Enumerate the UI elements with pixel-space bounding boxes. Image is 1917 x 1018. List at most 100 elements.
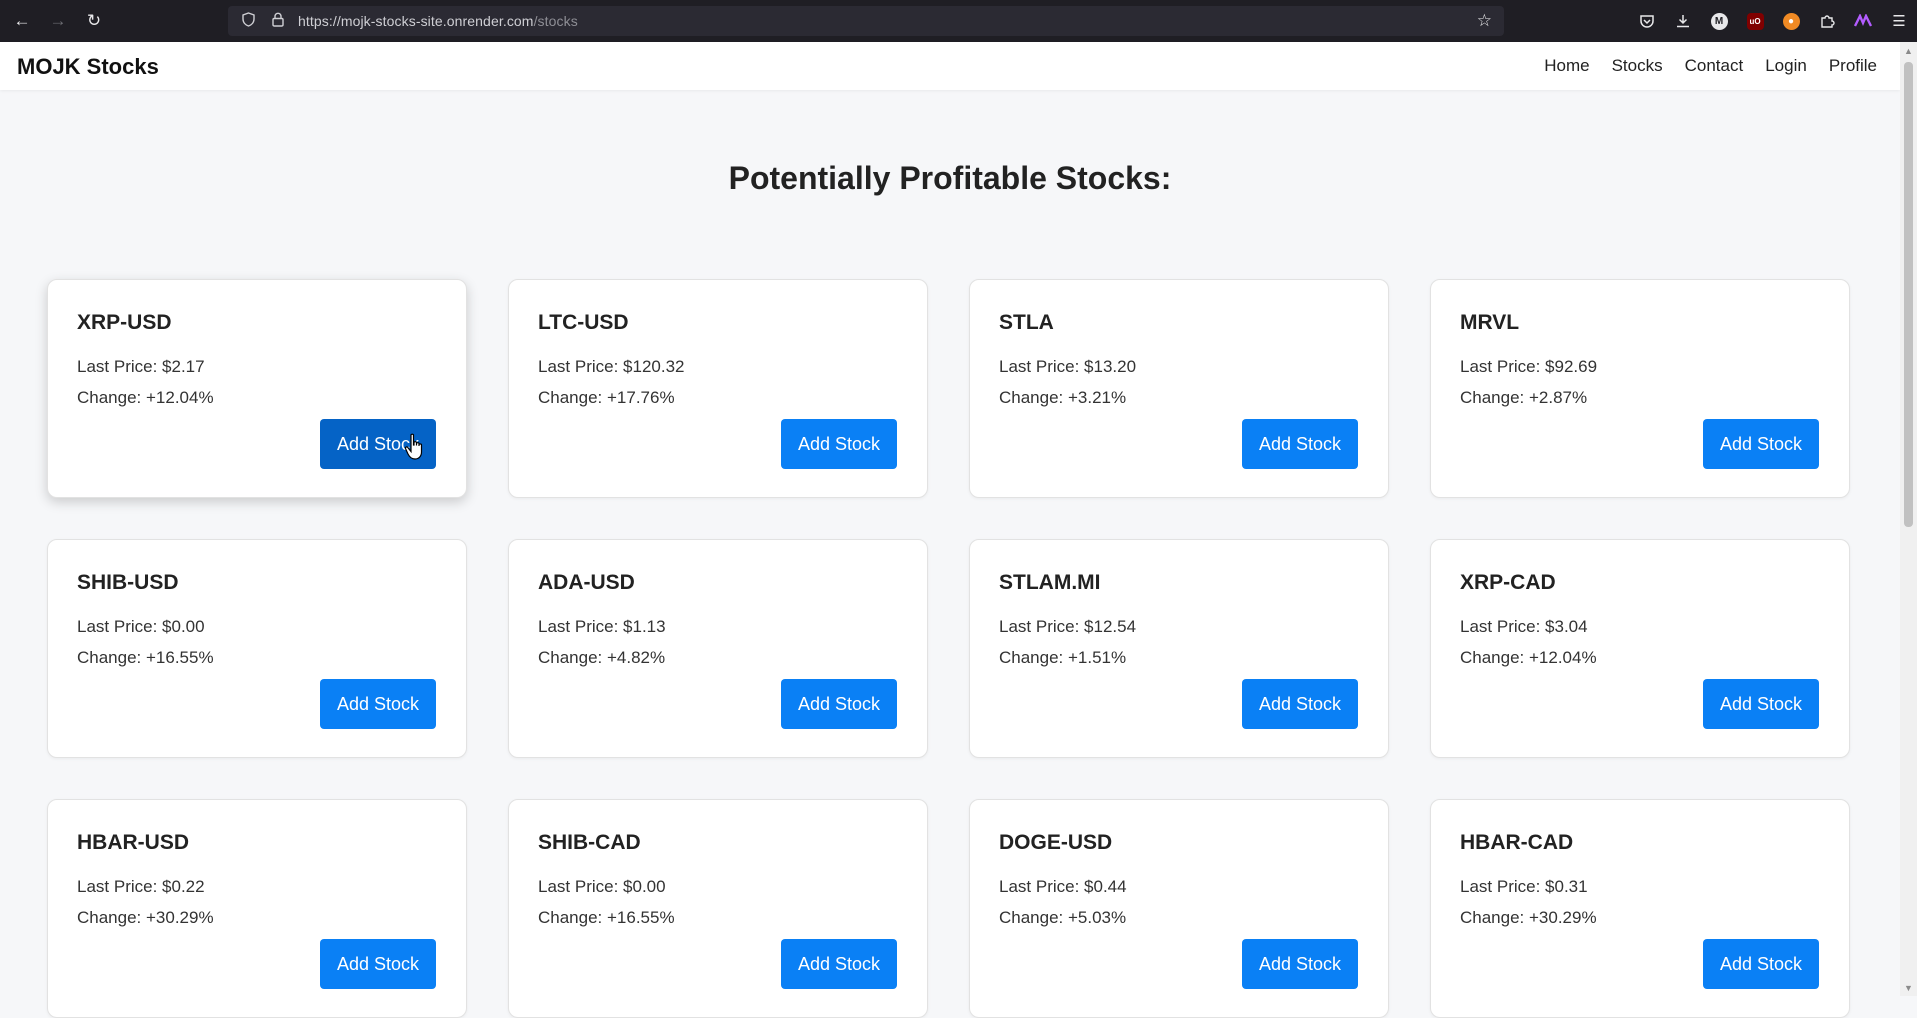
add-stock-button[interactable]: Add Stock [781, 679, 897, 729]
back-icon[interactable]: ← [8, 7, 36, 35]
price-label: Last Price: [999, 357, 1085, 376]
change-value: +5.03% [1068, 908, 1127, 927]
price-value: $0.00 [623, 877, 666, 896]
shield-icon[interactable] [238, 11, 258, 31]
pocket-icon[interactable] [1629, 0, 1665, 42]
price-value: $3.04 [1545, 617, 1588, 636]
nav-home[interactable]: Home [1544, 56, 1589, 76]
bookmark-star-icon[interactable]: ☆ [1477, 11, 1492, 31]
stock-symbol: STLA [999, 311, 1054, 334]
add-stock-button[interactable]: Add Stock [1703, 939, 1819, 989]
lock-icon[interactable] [268, 12, 288, 31]
page-scrollbar[interactable]: ▲ ▼ [1900, 42, 1917, 996]
change-value: +17.76% [607, 388, 675, 407]
extension-purple-icon[interactable] [1845, 0, 1881, 42]
nav-login[interactable]: Login [1765, 56, 1807, 76]
change-value: +4.82% [607, 648, 666, 667]
stock-symbol: XRP-USD [77, 311, 172, 334]
price-value: $2.17 [162, 357, 205, 376]
stock-price: Last Price: $0.31 [1460, 877, 1588, 897]
stock-card: MRVL Last Price: $92.69 Change: +2.87% A… [1430, 279, 1850, 498]
hand-cursor-icon [404, 433, 423, 460]
change-value: +12.04% [1529, 648, 1597, 667]
stock-price: Last Price: $1.13 [538, 617, 666, 637]
price-value: $0.44 [1084, 877, 1127, 896]
stock-change: Change: +16.55% [77, 648, 214, 668]
price-label: Last Price: [1460, 617, 1546, 636]
stock-change: Change: +2.87% [1460, 388, 1587, 408]
stock-price: Last Price: $0.22 [77, 877, 205, 897]
nav-links: Home Stocks Contact Login Profile [1522, 42, 1877, 90]
change-label: Change: [77, 648, 146, 667]
scroll-down-icon[interactable]: ▼ [1900, 979, 1917, 996]
change-label: Change: [538, 908, 607, 927]
price-value: $0.22 [162, 877, 205, 896]
change-value: +16.55% [607, 908, 675, 927]
change-label: Change: [999, 388, 1068, 407]
stock-change: Change: +30.29% [1460, 908, 1597, 928]
add-stock-button[interactable]: Add Stock [1242, 419, 1358, 469]
price-label: Last Price: [999, 617, 1085, 636]
page-title: Potentially Profitable Stocks: [728, 160, 1172, 196]
stock-change: Change: +4.82% [538, 648, 665, 668]
stock-card: HBAR-USD Last Price: $0.22 Change: +30.2… [47, 799, 467, 1018]
stock-symbol: MRVL [1460, 311, 1520, 334]
price-label: Last Price: [77, 877, 163, 896]
account-m-icon[interactable]: M [1701, 0, 1737, 42]
add-stock-button[interactable]: Add Stock [781, 939, 897, 989]
stock-change: Change: +12.04% [1460, 648, 1597, 668]
stock-price: Last Price: $3.04 [1460, 617, 1588, 637]
change-value: +12.04% [146, 388, 214, 407]
add-stock-button[interactable]: Add Stock [1703, 679, 1819, 729]
add-stock-button[interactable]: Add Stock [320, 939, 436, 989]
add-stock-button[interactable]: Add Stock [781, 419, 897, 469]
change-label: Change: [999, 908, 1068, 927]
stock-change: Change: +17.76% [538, 388, 675, 408]
ublock-icon[interactable]: uO [1737, 0, 1773, 42]
nav-contact[interactable]: Contact [1685, 56, 1744, 76]
add-stock-button[interactable]: Add Stock [320, 679, 436, 729]
change-value: +3.21% [1068, 388, 1127, 407]
download-icon[interactable] [1665, 0, 1701, 42]
price-value: $120.32 [623, 357, 685, 376]
nav-profile[interactable]: Profile [1829, 56, 1877, 76]
change-label: Change: [1460, 388, 1529, 407]
change-label: Change: [77, 908, 146, 927]
change-label: Change: [1460, 908, 1529, 927]
stock-price: Last Price: $92.69 [1460, 357, 1597, 377]
price-label: Last Price: [77, 357, 163, 376]
stock-card: STLA Last Price: $13.20 Change: +3.21% A… [969, 279, 1389, 498]
reload-icon[interactable]: ↻ [80, 7, 108, 35]
menu-icon[interactable]: ☰ [1881, 0, 1917, 42]
stock-change: Change: +16.55% [538, 908, 675, 928]
add-stock-button[interactable]: Add Stock [1242, 679, 1358, 729]
add-stock-button[interactable]: Add Stock [1703, 419, 1819, 469]
stock-card: SHIB-USD Last Price: $0.00 Change: +16.5… [47, 539, 467, 758]
change-value: +2.87% [1529, 388, 1588, 407]
change-label: Change: [77, 388, 146, 407]
nav-stocks[interactable]: Stocks [1612, 56, 1663, 76]
stock-price: Last Price: $0.00 [538, 877, 666, 897]
stock-change: Change: +3.21% [999, 388, 1126, 408]
price-value: $0.31 [1545, 877, 1588, 896]
extension-orange-icon[interactable]: ● [1773, 0, 1809, 42]
address-bar[interactable]: https://mojk-stocks-site.onrender.com/st… [228, 6, 1504, 36]
stock-grid: XRP-USD Last Price: $2.17 Change: +12.04… [47, 279, 1850, 1018]
stock-card: DOGE-USD Last Price: $0.44 Change: +5.03… [969, 799, 1389, 1018]
stock-symbol: SHIB-USD [77, 571, 179, 594]
price-label: Last Price: [538, 357, 624, 376]
site-brand[interactable]: MOJK Stocks [17, 54, 159, 80]
scroll-up-icon[interactable]: ▲ [1900, 42, 1917, 59]
forward-icon[interactable]: → [44, 7, 72, 35]
stock-price: Last Price: $120.32 [538, 357, 685, 377]
stock-price: Last Price: $0.00 [77, 617, 205, 637]
stock-card: SHIB-CAD Last Price: $0.00 Change: +16.5… [508, 799, 928, 1018]
change-value: +30.29% [1529, 908, 1597, 927]
scroll-thumb[interactable] [1904, 62, 1913, 527]
price-label: Last Price: [538, 617, 624, 636]
price-value: $12.54 [1084, 617, 1137, 636]
change-label: Change: [538, 388, 607, 407]
add-stock-button[interactable]: Add Stock [1242, 939, 1358, 989]
stock-symbol: XRP-CAD [1460, 571, 1556, 594]
extensions-puzzle-icon[interactable] [1809, 0, 1845, 42]
